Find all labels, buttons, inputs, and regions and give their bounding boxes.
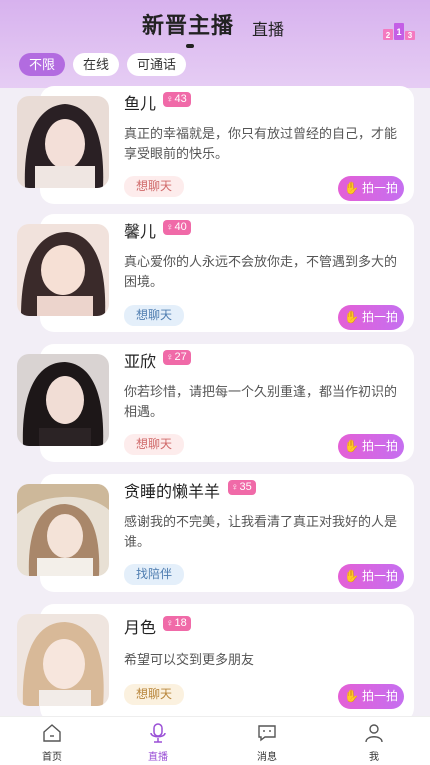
nav-live[interactable]: 直播: [128, 717, 188, 765]
filter-chips: 不限 在线 可通话: [19, 53, 194, 77]
bottom-navigation: 首页 直播 消息 我: [0, 716, 430, 765]
pat-button-label: 拍一拍: [361, 569, 398, 583]
ranking-podium-icon[interactable]: 2 1 3: [383, 22, 415, 40]
pat-button-label: 拍一拍: [361, 181, 398, 195]
filter-online[interactable]: 在线: [73, 53, 120, 76]
female-icon: ♀: [166, 352, 174, 363]
nav-messages[interactable]: 消息: [237, 717, 297, 765]
nav-me[interactable]: 我: [344, 717, 404, 765]
age-value: 35: [239, 481, 252, 493]
anchor-list[interactable]: 鱼儿 ♀43 真正的幸福就是，你只有放过曾经的自己，才能享受眼前的快乐。 想聊天…: [0, 84, 430, 716]
message-icon: [258, 725, 276, 742]
avatar[interactable]: [17, 96, 109, 188]
user-name: 馨儿: [124, 224, 157, 241]
microphone-icon: [150, 723, 166, 743]
age-badge: ♀35: [228, 480, 256, 495]
user-name: 贪睡的懒羊羊: [124, 484, 221, 501]
status-tag: 想聊天: [124, 176, 185, 197]
age-badge: ♀40: [163, 220, 191, 235]
tab-row: 新晋主播 直播 2 1 3: [0, 6, 430, 48]
nav-live-label: 直播: [148, 752, 168, 763]
status-tag: 想聊天: [124, 434, 185, 455]
svg-text:3: 3: [408, 31, 413, 40]
female-icon: ♀: [166, 94, 174, 105]
hand-wave-icon: ✋: [344, 181, 359, 195]
avatar[interactable]: [17, 224, 109, 316]
status-tag: 想聊天: [124, 684, 185, 705]
user-bio: 真心爱你的人永远不会放你走，不管遇到多大的困境。: [124, 254, 398, 289]
hand-wave-icon: ✋: [344, 439, 359, 453]
age-badge: ♀27: [163, 350, 191, 365]
user-bio: 感谢我的不完美，让我看清了真正对我好的人是谁。: [124, 514, 398, 549]
age-value: 43: [174, 93, 187, 105]
nav-me-label: 我: [369, 752, 379, 763]
filter-all[interactable]: 不限: [19, 53, 66, 76]
pat-button-label: 拍一拍: [361, 689, 398, 703]
person-icon: [365, 724, 383, 743]
user-bio: 真正的幸福就是，你只有放过曾经的自己，才能享受眼前的快乐。: [124, 126, 398, 161]
hand-wave-icon: ✋: [344, 569, 359, 583]
user-name: 月色: [124, 620, 157, 637]
hand-wave-icon: ✋: [344, 310, 359, 324]
nav-messages-label: 消息: [257, 752, 277, 763]
age-value: 18: [174, 617, 187, 629]
female-icon: ♀: [166, 222, 174, 233]
pat-button-label: 拍一拍: [361, 310, 398, 324]
age-badge: ♀18: [163, 616, 191, 631]
svg-text:2: 2: [386, 31, 391, 40]
pat-button[interactable]: ✋ 拍一拍: [338, 564, 404, 589]
nav-home-label: 首页: [42, 752, 62, 763]
svg-text:1: 1: [396, 27, 401, 37]
status-tag: 想聊天: [124, 305, 185, 326]
age-value: 40: [174, 221, 187, 233]
pat-button[interactable]: ✋ 拍一拍: [338, 434, 404, 459]
female-icon: ♀: [166, 618, 174, 629]
tab-live[interactable]: 直播: [252, 16, 284, 40]
pat-button[interactable]: ✋ 拍一拍: [338, 684, 404, 709]
filter-callable[interactable]: 可通话: [127, 53, 187, 76]
hand-wave-icon: ✋: [344, 689, 359, 703]
nav-home[interactable]: 首页: [22, 717, 82, 765]
user-bio: 希望可以交到更多朋友: [124, 652, 255, 667]
pat-button-label: 拍一拍: [361, 439, 398, 453]
tab-active-indicator: [186, 44, 194, 48]
pat-button[interactable]: ✋ 拍一拍: [338, 176, 404, 201]
female-icon: ♀: [231, 482, 239, 493]
user-name: 鱼儿: [124, 96, 157, 113]
top-bar: 新晋主播 直播 2 1 3 不限 在线 可通话: [0, 0, 430, 88]
age-value: 27: [174, 351, 187, 363]
home-icon: [43, 724, 61, 742]
tab-new-anchors[interactable]: 新晋主播: [142, 8, 234, 40]
pat-button[interactable]: ✋ 拍一拍: [338, 305, 404, 330]
avatar[interactable]: [17, 354, 109, 446]
status-tag: 找陪伴: [124, 564, 185, 585]
avatar[interactable]: [17, 614, 109, 706]
age-badge: ♀43: [163, 92, 191, 107]
user-name: 亚欣: [124, 354, 157, 371]
user-bio: 你若珍惜，请把每一个久别重逢，都当作初识的相遇。: [124, 384, 398, 419]
avatar[interactable]: [17, 484, 109, 576]
